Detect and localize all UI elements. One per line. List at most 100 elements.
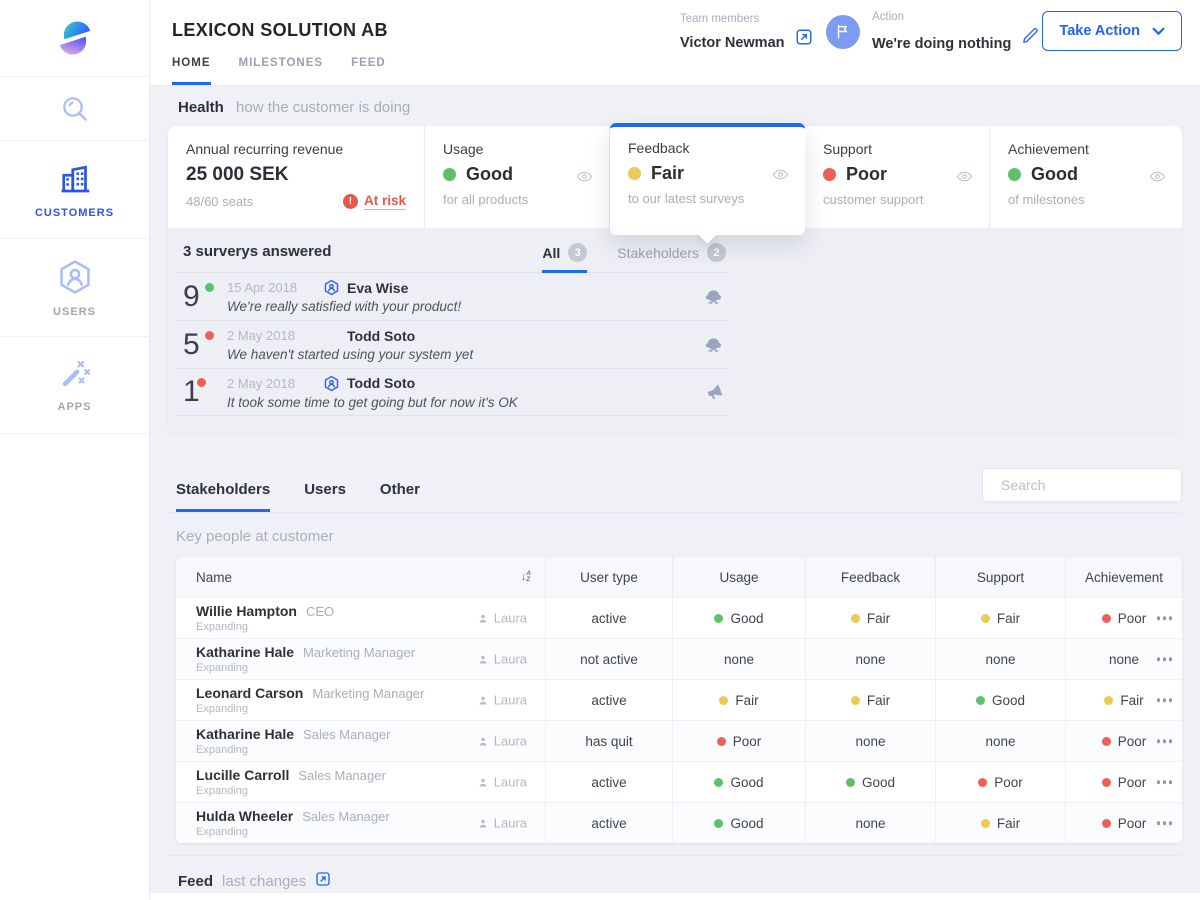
achievement-status: Poor xyxy=(1118,734,1147,749)
tab-home[interactable]: HOME xyxy=(172,57,211,85)
tab-milestones[interactable]: MILESTONES xyxy=(239,57,324,85)
score-dot xyxy=(205,331,214,340)
person-segment: Expanding xyxy=(196,662,248,674)
person-icon xyxy=(477,735,489,747)
card-feedback-selected[interactable]: Feedback Fair to our latest surveys xyxy=(610,123,805,235)
edit-pencil-icon[interactable] xyxy=(1021,26,1040,50)
surveys-list: 3 surverys answered All 3 Stakeholders 2 xyxy=(176,228,730,416)
table-row[interactable]: Lucille CarrollSales Manager Expanding L… xyxy=(176,761,1182,802)
column-header-name: Name xyxy=(196,570,232,585)
people-subtitle: Key people at customer xyxy=(176,528,1182,545)
external-link-icon[interactable] xyxy=(795,28,813,51)
health-panel: Annual recurring revenue 25 000 SEK 48/6… xyxy=(168,126,1182,433)
chevron-down-icon xyxy=(1152,27,1165,36)
count-badge: 2 xyxy=(707,243,726,262)
row-menu-icon[interactable] xyxy=(1157,821,1173,825)
card-label: Feedback xyxy=(628,140,787,156)
achievement-status: none xyxy=(1109,652,1139,667)
action-value: We're doing nothing xyxy=(872,36,1011,52)
tab-other[interactable]: Other xyxy=(380,481,420,512)
status-dot xyxy=(714,614,723,623)
survey-tab-stakeholders[interactable]: Stakeholders 2 xyxy=(617,243,726,273)
row-menu-icon[interactable] xyxy=(1157,657,1173,661)
card-sublabel: for all products xyxy=(443,192,591,207)
card-sublabel: of milestones xyxy=(1008,192,1164,207)
sidebar-item-apps[interactable]: APPS xyxy=(0,336,149,434)
app-logo[interactable] xyxy=(0,0,149,76)
survey-row[interactable]: 1 2 May 2018 xyxy=(176,368,730,416)
logo-icon xyxy=(50,13,100,63)
survey-message: We haven't started using your system yet xyxy=(227,347,694,362)
survey-content: 2 May 2018 Todd Soto We xyxy=(227,327,694,362)
health-title: Health xyxy=(178,99,224,116)
take-action-label: Take Action xyxy=(1059,23,1140,39)
owner-name: Laura xyxy=(494,734,527,749)
eye-icon[interactable] xyxy=(576,170,593,188)
row-menu-icon[interactable] xyxy=(1157,780,1173,784)
card-annual-recurring-revenue[interactable]: Annual recurring revenue 25 000 SEK 48/6… xyxy=(168,126,425,228)
sidebar-item-label: CUSTOMERS xyxy=(35,207,114,219)
person-segment: Expanding xyxy=(196,744,248,756)
person-role: Sales Manager xyxy=(302,809,389,824)
sidebar-item-label: USERS xyxy=(53,306,96,318)
status-dot xyxy=(1104,696,1113,705)
survey-row[interactable]: 5 2 May 2018 xyxy=(176,320,730,368)
score-dot xyxy=(197,378,206,387)
eye-icon[interactable] xyxy=(772,168,789,186)
sort-alpha-icon[interactable]: ↓AZ xyxy=(521,571,531,584)
card-support[interactable]: Support Poor customer support xyxy=(805,126,990,228)
sidebar-item-search[interactable] xyxy=(0,76,149,140)
eye-icon[interactable] xyxy=(1149,170,1166,188)
at-risk-flag[interactable]: ! At risk xyxy=(343,193,406,210)
card-achievement[interactable]: Achievement Good of milestones xyxy=(990,126,1182,228)
main-area: LEXICON SOLUTION AB HOME MILESTONES FEED… xyxy=(150,0,1200,900)
survey-score: 5 xyxy=(183,330,227,360)
owner-name: Laura xyxy=(494,611,527,626)
table-row[interactable]: Willie HamptonCEO Expanding Laura active… xyxy=(176,597,1182,638)
row-menu-icon[interactable] xyxy=(1157,616,1173,620)
table-row[interactable]: Katharine HaleMarketing Manager Expandin… xyxy=(176,638,1182,679)
sidebar-item-users[interactable]: USERS xyxy=(0,238,149,336)
tab-users[interactable]: Users xyxy=(304,481,346,512)
tab-feed[interactable]: FEED xyxy=(351,57,386,85)
card-sublabel: to our latest surveys xyxy=(628,191,787,206)
table-row[interactable]: Katharine HaleSales Manager Expanding La… xyxy=(176,720,1182,761)
eye-icon[interactable] xyxy=(956,170,973,188)
person-name: Leonard Carson xyxy=(196,685,303,701)
megaphone-icon xyxy=(694,383,724,402)
status-dot xyxy=(443,168,456,181)
seats-value: 48/60 seats xyxy=(186,194,253,209)
survey-tab-all[interactable]: All 3 xyxy=(542,243,587,273)
person-role: Sales Manager xyxy=(303,727,390,742)
usage-status: Good xyxy=(730,611,763,626)
score-dot xyxy=(205,283,214,292)
status-dot xyxy=(851,696,860,705)
status-value: Fair xyxy=(651,163,684,184)
card-usage[interactable]: Usage Good for all products xyxy=(425,126,610,228)
search-input[interactable] xyxy=(1001,477,1182,493)
tab-stakeholders[interactable]: Stakeholders xyxy=(176,481,270,512)
status-dot xyxy=(628,167,641,180)
magic-wand-icon xyxy=(58,357,92,391)
survey-respondent: Todd Soto xyxy=(347,375,415,391)
person-role: CEO xyxy=(306,604,334,619)
person-name: Lucille Carroll xyxy=(196,767,289,783)
status-dot xyxy=(719,696,728,705)
feed-subtitle: last changes xyxy=(222,873,306,890)
person-role: Marketing Manager xyxy=(312,686,424,701)
achievement-status: Poor xyxy=(1118,775,1147,790)
table-row[interactable]: Hulda WheelerSales Manager Expanding Lau… xyxy=(176,802,1182,843)
usage-status: none xyxy=(724,652,754,667)
external-link-icon[interactable] xyxy=(315,871,331,891)
row-menu-icon[interactable] xyxy=(1157,739,1173,743)
sidebar-item-customers[interactable]: CUSTOMERS xyxy=(0,140,149,238)
status-dot xyxy=(1102,614,1111,623)
take-action-button[interactable]: Take Action xyxy=(1042,11,1182,51)
row-menu-icon[interactable] xyxy=(1157,698,1173,702)
table-row[interactable]: Leonard CarsonMarketing Manager Expandin… xyxy=(176,679,1182,720)
survey-date: 15 Apr 2018 xyxy=(227,280,323,295)
person-name: Willie Hampton xyxy=(196,603,297,619)
column-header-support: Support xyxy=(935,557,1065,597)
survey-row[interactable]: 9 15 Apr 2018 xyxy=(176,272,730,320)
status-dot xyxy=(851,614,860,623)
